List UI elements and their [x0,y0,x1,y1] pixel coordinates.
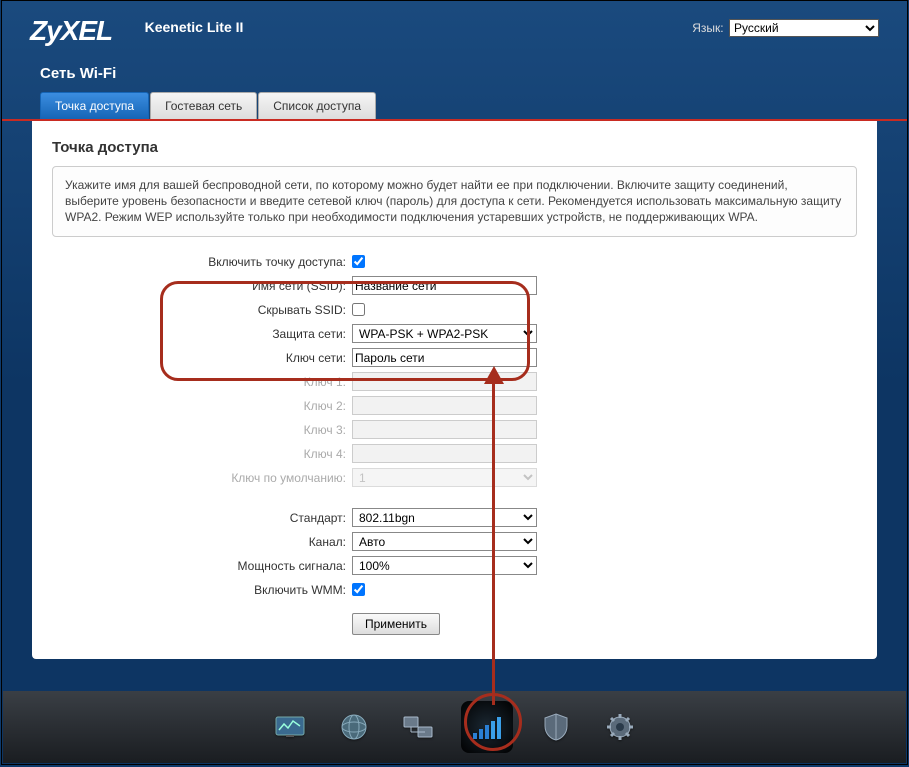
apply-button[interactable]: Применить [352,613,440,635]
panel-heading: Точка доступа [52,139,857,156]
nav-globe-icon[interactable] [333,706,375,748]
nav-gear-icon[interactable] [599,706,641,748]
lang-select[interactable]: Русский [729,19,879,37]
label-hide-ssid: Скрывать SSID: [52,303,352,317]
label-wmm: Включить WMM: [52,583,352,597]
checkbox-wmm[interactable] [352,583,365,596]
label-security: Защита сети: [52,327,352,341]
label-key2: Ключ 2: [52,399,352,413]
model-name: Keenetic Lite II [145,19,244,35]
tab-access-list[interactable]: Список доступа [258,92,376,119]
tab-access-point[interactable]: Точка доступа [40,92,149,119]
checkbox-hide-ssid[interactable] [352,303,365,316]
input-key1 [352,372,537,391]
select-standard[interactable]: 802.11bgn [352,508,537,527]
language-selector: Язык: Русский [692,19,879,37]
select-power[interactable]: 100% [352,556,537,575]
nav-monitor-icon[interactable] [269,706,311,748]
label-key3: Ключ 3: [52,423,352,437]
label-key: Ключ сети: [52,351,352,365]
nav-shield-icon[interactable] [535,706,577,748]
brand-logo: ZyXEL [30,15,112,47]
select-security[interactable]: WPA-PSK + WPA2-PSK [352,324,537,343]
lang-label: Язык: [692,21,723,35]
label-enable-ap: Включить точку доступа: [52,255,352,269]
page-title: Сеть Wi-Fi [2,61,907,92]
select-key-default: 1 [352,468,537,487]
tab-guest-network[interactable]: Гостевая сеть [150,92,257,119]
input-ssid[interactable] [352,276,537,295]
select-channel[interactable]: Авто [352,532,537,551]
label-standard: Стандарт: [52,511,352,525]
input-key4 [352,444,537,463]
label-key-default: Ключ по умолчанию: [52,471,352,485]
label-key4: Ключ 4: [52,447,352,461]
nav-network-icon[interactable] [397,706,439,748]
label-ssid: Имя сети (SSID): [52,279,352,293]
input-key2 [352,396,537,415]
panel: Точка доступа Укажите имя для вашей бесп… [32,121,877,659]
checkbox-enable-ap[interactable] [352,255,365,268]
nav-wifi-icon[interactable] [461,701,513,753]
label-channel: Канал: [52,535,352,549]
header: ZyXEL Keenetic Lite II Язык: Русский [2,1,907,61]
tabs: Точка доступа Гостевая сеть Список досту… [2,92,907,121]
info-box: Укажите имя для вашей беспроводной сети,… [52,166,857,237]
label-power: Мощность сигнала: [52,559,352,573]
wifi-form: Включить точку доступа: Имя сети (SSID):… [52,251,857,635]
label-key1: Ключ 1: [52,375,352,389]
input-key[interactable] [352,348,537,367]
input-key3 [352,420,537,439]
bottom-bar [3,691,906,763]
